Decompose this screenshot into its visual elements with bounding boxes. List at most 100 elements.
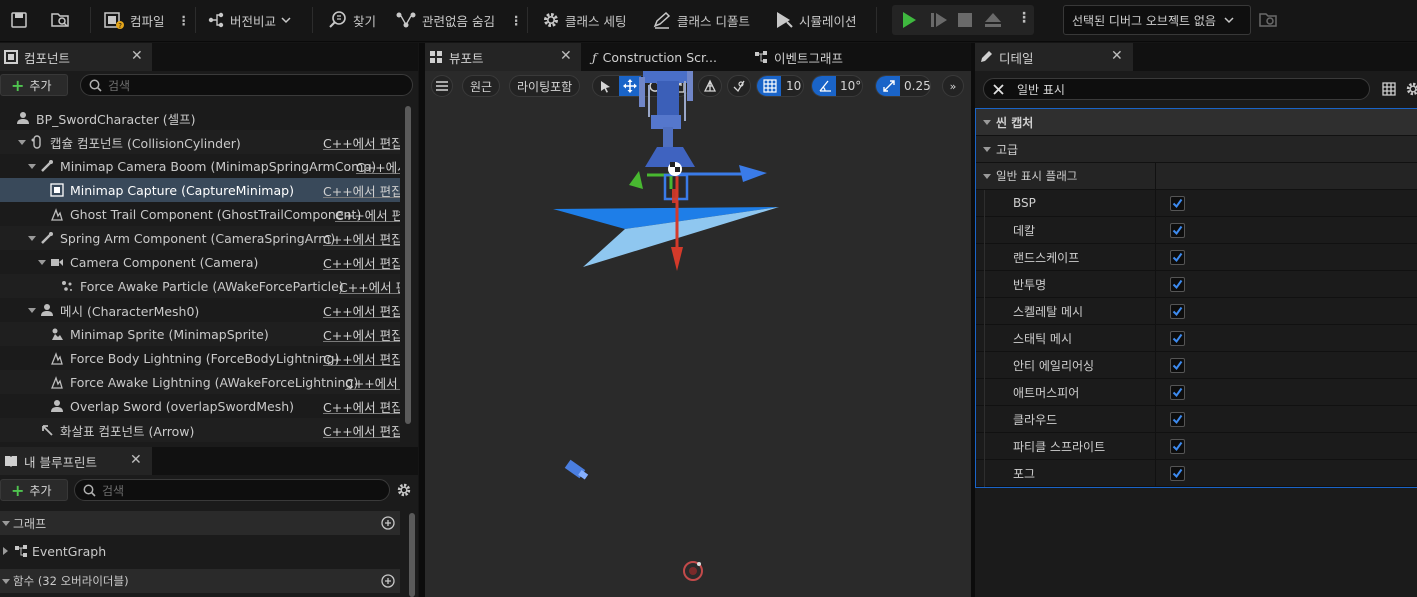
add-component-button[interactable]: + 추가 bbox=[0, 74, 68, 96]
show-flag-checkbox[interactable] bbox=[1170, 358, 1185, 373]
tab-event-graph[interactable]: 이벤트그래프 bbox=[750, 43, 906, 71]
edit-in-cpp-link[interactable]: C++에서 bbox=[356, 157, 400, 176]
play-options-icon[interactable]: ⋮ bbox=[1017, 10, 1031, 26]
edit-in-cpp-link[interactable]: C++에서 편집 bbox=[323, 349, 400, 368]
expand-arrow-icon[interactable] bbox=[28, 236, 36, 241]
component-row[interactable]: Minimap Camera Boom (MinimapSpringArmCom… bbox=[0, 154, 400, 178]
play-icon[interactable] bbox=[900, 11, 918, 29]
edit-in-cpp-link[interactable]: C++에서 편집 bbox=[323, 181, 400, 200]
close-icon[interactable]: ✕ bbox=[131, 48, 143, 64]
edit-in-cpp-link[interactable]: C++에서 편집 bbox=[335, 205, 400, 224]
edit-in-cpp-link[interactable]: C++에서 편집 bbox=[323, 253, 400, 272]
save-icon[interactable] bbox=[10, 6, 28, 34]
close-icon[interactable]: ✕ bbox=[560, 48, 572, 64]
table-view-icon[interactable] bbox=[1382, 82, 1396, 96]
component-row[interactable]: 캡슐 컴포넌트 (CollisionCylinder) C++에서 편집 bbox=[0, 130, 400, 154]
section-show-flags[interactable]: 일반 표시 플래그 bbox=[976, 163, 1417, 190]
compile-button[interactable]: ? 컴파일 ⋮ bbox=[103, 6, 190, 34]
class-settings-button[interactable]: 클래스 세팅 bbox=[542, 6, 626, 34]
components-search-input[interactable]: 검색 bbox=[80, 74, 413, 96]
components-scrollbar[interactable] bbox=[405, 106, 411, 424]
component-label: Ghost Trail Component (GhostTrailCompone… bbox=[70, 206, 362, 222]
find-button[interactable]: 찾기 bbox=[328, 6, 376, 34]
diff-icon bbox=[208, 12, 224, 28]
class-defaults-icon bbox=[653, 11, 671, 29]
show-flag-checkbox[interactable] bbox=[1170, 196, 1185, 211]
event-graph-item[interactable]: EventGraph bbox=[0, 539, 400, 563]
simulation-button[interactable]: 시뮬레이션 bbox=[774, 6, 857, 34]
expand-arrow-icon[interactable] bbox=[28, 308, 36, 313]
camera-icon bbox=[50, 255, 64, 269]
tab-details[interactable]: 디테일 bbox=[975, 43, 1133, 71]
edit-in-cpp-link[interactable]: C++에서 편 bbox=[345, 373, 400, 392]
viewport-canvas[interactable]: 원근 라이팅포함 10 10° 0.25 » bbox=[425, 71, 971, 597]
close-icon[interactable]: ✕ bbox=[130, 452, 142, 468]
expand-arrow-icon[interactable] bbox=[18, 140, 26, 145]
close-icon[interactable]: ✕ bbox=[1111, 48, 1123, 64]
section-scene-capture[interactable]: 씬 캡처 bbox=[976, 109, 1417, 136]
edit-in-cpp-link[interactable]: C++에서 편집 bbox=[323, 301, 400, 320]
show-flag-checkbox[interactable] bbox=[1170, 385, 1185, 400]
edit-in-cpp-link[interactable]: C++에서 편 bbox=[339, 277, 400, 296]
debug-object-dropdown[interactable]: 선택된 디버그 오브젝트 없음 bbox=[1063, 5, 1251, 35]
hide-unrelated-button[interactable]: 관련없음 숨김 ⋮ bbox=[395, 6, 522, 34]
component-row[interactable]: Spring Arm Component (CameraSpringArm) C+… bbox=[0, 226, 400, 250]
show-flag-checkbox[interactable] bbox=[1170, 304, 1185, 319]
checkmark-icon bbox=[1172, 360, 1183, 371]
blueprint-search-input[interactable]: 검색 bbox=[74, 479, 390, 501]
section-advanced[interactable]: 고급 bbox=[976, 136, 1417, 163]
show-flag-name: 클라우드 bbox=[1013, 412, 1058, 427]
edit-in-cpp-link[interactable]: C++에서 편집 bbox=[323, 229, 400, 248]
functions-section-header[interactable]: 함수 (32 오버라이더블) bbox=[0, 569, 400, 593]
component-row[interactable]: Force Awake Lightning (AWakeForceLightni… bbox=[0, 370, 400, 394]
edit-in-cpp-link[interactable]: C++에서 편집 bbox=[323, 133, 400, 152]
step-icon[interactable] bbox=[930, 12, 948, 28]
construction-tab-label: Construction Scr... bbox=[602, 49, 717, 65]
component-row[interactable]: Force Body Lightning (ForceBodyLightning… bbox=[0, 346, 400, 370]
hide-options-icon[interactable]: ⋮ bbox=[510, 13, 523, 28]
gear-icon[interactable] bbox=[1405, 81, 1417, 97]
edit-in-cpp-link[interactable]: C++에서 편집 bbox=[323, 421, 400, 440]
add-graph-icon[interactable] bbox=[381, 516, 395, 530]
tab-components[interactable]: 컴포넌트 bbox=[0, 43, 152, 71]
component-row[interactable]: Minimap Capture (CaptureMinimap) C++에서 편집 bbox=[0, 178, 400, 202]
stop-icon[interactable] bbox=[958, 13, 972, 27]
show-flag-checkbox[interactable] bbox=[1170, 223, 1185, 238]
checkmark-icon bbox=[1172, 225, 1183, 236]
details-search-input[interactable]: 일반 표시 bbox=[983, 78, 1370, 100]
compile-options-icon[interactable]: ⋮ bbox=[178, 13, 191, 28]
blueprint-scrollbar[interactable] bbox=[409, 513, 415, 597]
add-function-icon[interactable] bbox=[381, 574, 395, 588]
component-row[interactable]: Ghost Trail Component (GhostTrailCompone… bbox=[0, 202, 400, 226]
show-flag-checkbox[interactable] bbox=[1170, 439, 1185, 454]
show-flag-checkbox[interactable] bbox=[1170, 250, 1185, 265]
add-blueprint-item-button[interactable]: + 추가 bbox=[0, 479, 68, 501]
edit-in-cpp-link[interactable]: C++에서 편집 bbox=[323, 397, 400, 416]
component-row[interactable]: 화살표 컴포넌트 (Arrow) C++에서 편집 bbox=[0, 418, 400, 442]
show-flag-checkbox[interactable] bbox=[1170, 412, 1185, 427]
component-row[interactable]: Minimap Sprite (MinimapSprite) C++에서 편집 bbox=[0, 322, 400, 346]
gear-icon[interactable] bbox=[396, 482, 412, 498]
component-row[interactable]: Overlap Sword (overlapSwordMesh) C++에서 편집 bbox=[0, 394, 400, 418]
component-row[interactable]: Force Awake Particle (AWakeForceParticle… bbox=[0, 274, 400, 298]
component-row[interactable]: Camera Component (Camera) C++에서 편집 bbox=[0, 250, 400, 274]
center-tab-bar: 뷰포트 ✕ ƒ Construction Scr... 이벤트그래프 bbox=[425, 43, 971, 71]
expand-arrow-icon[interactable] bbox=[28, 164, 36, 169]
browse-icon[interactable] bbox=[50, 6, 70, 34]
show-flag-checkbox[interactable] bbox=[1170, 277, 1185, 292]
show-flag-checkbox[interactable] bbox=[1170, 331, 1185, 346]
eject-icon[interactable] bbox=[984, 12, 1002, 28]
debug-browse-icon[interactable] bbox=[1258, 11, 1278, 29]
graph-section-header[interactable]: 그래프 bbox=[0, 511, 400, 535]
component-row[interactable]: 메시 (CharacterMesh0) C++에서 편집 bbox=[0, 298, 400, 322]
clear-search-icon[interactable] bbox=[992, 83, 1005, 96]
tab-viewport[interactable]: 뷰포트 bbox=[425, 43, 581, 71]
class-defaults-button[interactable]: 클래스 디폴트 bbox=[652, 6, 750, 34]
edit-in-cpp-link[interactable]: C++에서 편집 bbox=[323, 325, 400, 344]
component-root-row[interactable]: BP_SwordCharacter (셀프) bbox=[0, 106, 400, 130]
diff-button[interactable]: 버전비교 bbox=[207, 6, 291, 34]
show-flag-checkbox[interactable] bbox=[1170, 466, 1185, 481]
expand-arrow-icon[interactable] bbox=[38, 260, 46, 265]
tab-construction-script[interactable]: ƒ Construction Scr... bbox=[588, 43, 744, 71]
component-label: Camera Component (Camera) bbox=[70, 254, 259, 270]
